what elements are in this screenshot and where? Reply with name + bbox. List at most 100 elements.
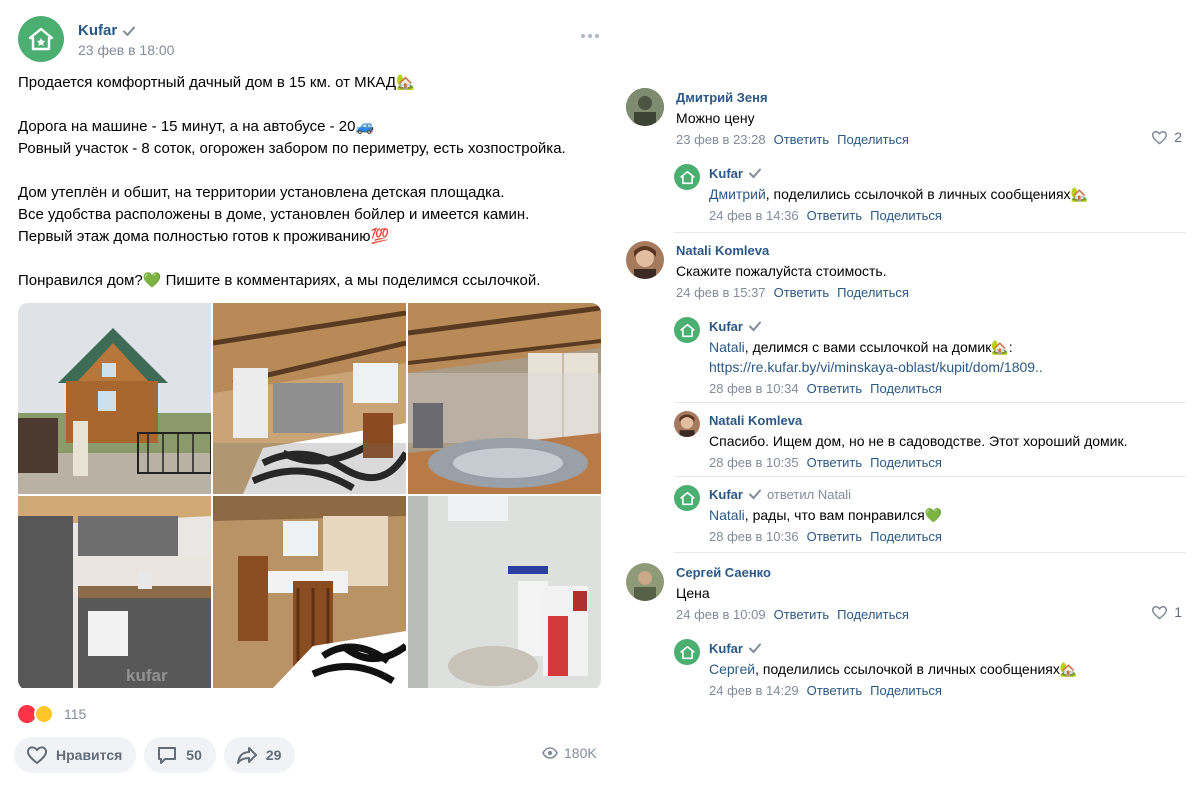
comment-like-button[interactable]: 1 — [1151, 604, 1182, 620]
more-options-icon[interactable] — [578, 28, 602, 44]
kufar-avatar[interactable] — [674, 164, 700, 190]
post-actions: Нравится 50 29 — [14, 737, 296, 773]
comment-date[interactable]: 28 фев в 10:35 — [709, 455, 799, 470]
reply-button[interactable]: Ответить — [807, 381, 863, 396]
reply-button[interactable]: Ответить — [774, 285, 830, 300]
reply-button[interactable]: Ответить — [807, 455, 863, 470]
comment-text: Скажите пожалуйста стоимость. — [676, 263, 887, 279]
comment-author[interactable]: Kufar — [709, 639, 1199, 657]
avatar[interactable] — [626, 563, 664, 601]
post-author[interactable]: Kufar — [78, 22, 136, 39]
comment-text: Сергей, поделились ссылочкой в личных со… — [709, 661, 1078, 677]
reply-button[interactable]: Ответить — [774, 132, 830, 147]
share-comment-button[interactable]: Поделиться — [870, 683, 942, 698]
comment-author[interactable]: Дмитрий Зеня — [676, 88, 1196, 106]
comment-text: Дмитрий, поделились ссылочкой в личных с… — [709, 186, 1088, 202]
verified-icon — [123, 26, 136, 36]
photo-dining[interactable] — [213, 496, 406, 688]
share-button[interactable]: 29 — [223, 737, 296, 773]
comment-body: Сергей Саенко Цена 24 фев в 10:09 Ответи… — [676, 563, 1196, 623]
avatar[interactable] — [674, 411, 700, 437]
share-comment-button[interactable]: Поделиться — [870, 529, 942, 544]
share-arrow-icon — [236, 747, 257, 764]
comment-date[interactable]: 28 фев в 10:36 — [709, 529, 799, 544]
reply-button[interactable]: Ответить — [807, 683, 863, 698]
comment-date[interactable]: 24 фев в 15:37 — [676, 285, 766, 300]
comment-like-button[interactable]: 2 — [1151, 129, 1182, 145]
house-logo-icon — [679, 491, 695, 505]
verified-icon — [748, 168, 761, 179]
photo-living-room[interactable] — [213, 303, 406, 494]
comment-author[interactable]: Kufar — [709, 164, 1199, 182]
reactions[interactable]: 115 — [18, 704, 86, 724]
verified-icon — [748, 321, 761, 332]
photo-kitchen[interactable]: kufar — [18, 496, 211, 688]
avatar[interactable] — [626, 241, 664, 279]
reply-comment: Kufar Natali, делимся с вами ссылочкой н… — [674, 317, 1194, 397]
comment-author[interactable]: Сергей Саенко — [676, 563, 1196, 581]
post-text-line: Дорога на машине - 15 минут, а на автобу… — [18, 118, 375, 135]
comment-date[interactable]: 24 фев в 14:29 — [709, 683, 799, 698]
comments-count: 50 — [186, 747, 202, 763]
like-label: Нравится — [56, 747, 123, 763]
share-comment-button[interactable]: Поделиться — [870, 455, 942, 470]
mention-link[interactable]: Сергей — [709, 661, 755, 677]
share-comment-button[interactable]: Поделиться — [837, 285, 909, 300]
mention-link[interactable]: Natali — [709, 507, 745, 523]
photo-watermark: kufar — [126, 666, 168, 685]
replied-to[interactable]: ответил Natali — [767, 487, 851, 502]
comment-meta: 24 фев в 15:37 Ответить Поделиться — [676, 283, 1196, 301]
house-logo-icon — [28, 27, 54, 51]
share-comment-button[interactable]: Поделиться — [870, 381, 942, 396]
kufar-avatar[interactable] — [674, 485, 700, 511]
comment-author[interactable]: Natali Komleva — [676, 241, 1196, 259]
avatar[interactable] — [626, 88, 664, 126]
like-button[interactable]: Нравится — [14, 737, 137, 773]
post-date[interactable]: 23 фев в 18:00 — [78, 42, 174, 58]
comment-author[interactable]: Kufar ответил Natali — [709, 485, 1199, 503]
views-count: 180K — [564, 745, 597, 761]
comment-date[interactable]: 23 фев в 23:28 — [676, 132, 766, 147]
comment-text: Natali, делимся с вами ссылочкой на доми… — [709, 339, 1013, 355]
share-comment-button[interactable]: Поделиться — [870, 208, 942, 223]
comment-author[interactable]: Kufar — [709, 317, 1199, 335]
comment-text: Цена — [676, 585, 710, 601]
divider — [674, 402, 1186, 403]
photo-bathroom[interactable] — [408, 496, 601, 688]
comment-text: Можно цену — [676, 110, 755, 126]
eye-icon — [542, 747, 558, 759]
divider — [674, 232, 1186, 233]
comment-like-count: 2 — [1174, 129, 1182, 145]
kufar-avatar[interactable] — [674, 639, 700, 665]
comment-body: Kufar Сергей, поделились ссылочкой в лич… — [709, 639, 1199, 699]
verified-icon — [748, 643, 761, 654]
views-counter: 180K — [542, 745, 597, 761]
kufar-avatar[interactable] — [18, 16, 64, 62]
post-author-name[interactable]: Kufar — [78, 22, 117, 39]
post-text-line: Все удобства расположены в доме, установ… — [18, 206, 530, 223]
reply-comment: Kufar Сергей, поделились ссылочкой в лич… — [674, 639, 1194, 699]
photo-room-carpet[interactable] — [408, 303, 601, 494]
listing-link[interactable]: https://re.kufar.by/vi/minskaya-oblast/k… — [709, 359, 1043, 375]
comment-date[interactable]: 24 фев в 14:36 — [709, 208, 799, 223]
comment-body: Natali Komleva Спасибо. Ищем дом, но не … — [709, 411, 1199, 471]
reply-button[interactable]: Ответить — [774, 607, 830, 622]
reply-button[interactable]: Ответить — [807, 208, 863, 223]
comment-meta: 24 фев в 14:36 Ответить Поделиться — [709, 206, 1199, 224]
reply-button[interactable]: Ответить — [807, 529, 863, 544]
mention-link[interactable]: Дмитрий — [709, 186, 766, 202]
house-logo-icon — [679, 323, 695, 337]
comment-date[interactable]: 24 фев в 10:09 — [676, 607, 766, 622]
comment-author[interactable]: Natali Komleva — [709, 411, 1199, 429]
kufar-avatar[interactable] — [674, 317, 700, 343]
laugh-reaction-icon — [34, 704, 54, 724]
share-comment-button[interactable]: Поделиться — [837, 607, 909, 622]
photo-house-exterior[interactable] — [18, 303, 211, 494]
post-text-line: Понравился дом?💚 Пишите в комментариях, … — [18, 272, 541, 289]
comment-text: Natali, рады, что вам понравился💚 — [709, 507, 943, 523]
share-comment-button[interactable]: Поделиться — [837, 132, 909, 147]
post-text-line: Продается комфортный дачный дом в 15 км.… — [18, 74, 415, 91]
comments-button[interactable]: 50 — [144, 737, 216, 773]
mention-link[interactable]: Natali — [709, 339, 745, 355]
comment-date[interactable]: 28 фев в 10:34 — [709, 381, 799, 396]
